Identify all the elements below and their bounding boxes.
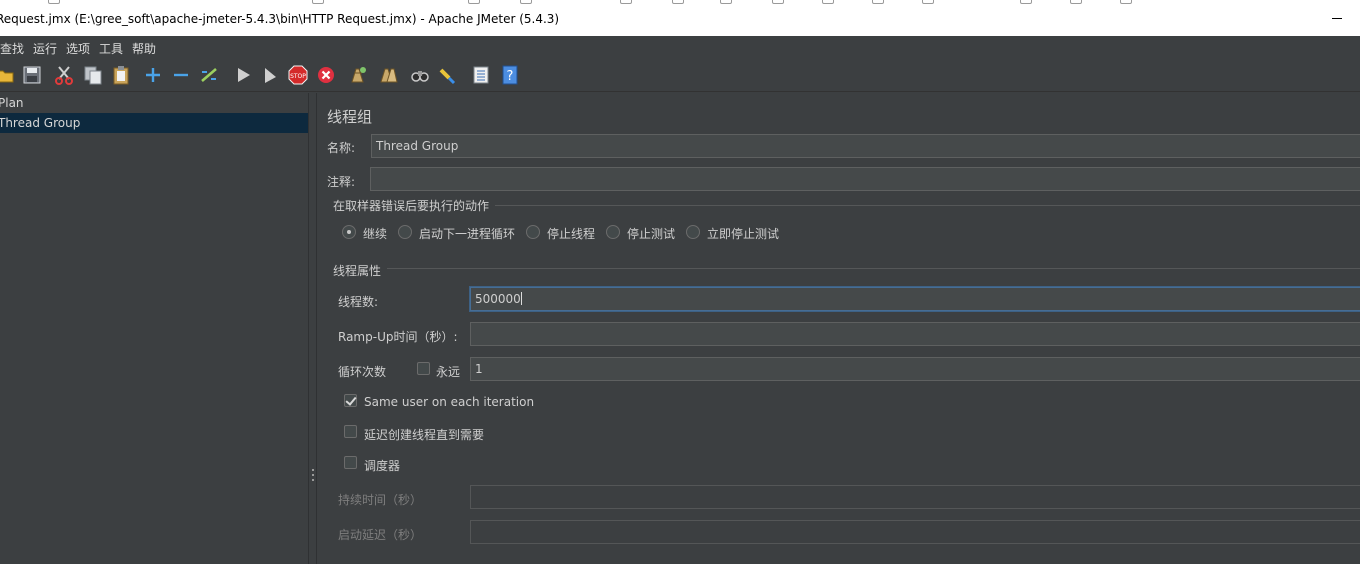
search-icon[interactable] — [409, 64, 431, 86]
rampup-field[interactable] — [470, 322, 1360, 346]
threads-field[interactable]: 500000 — [470, 287, 1360, 311]
delay-thread-creation-label: 延迟创建线程直到需要 — [364, 428, 485, 442]
taskbar-edge — [0, 0, 1360, 5]
window-title: Request.jmx (E:\gree_soft\apache-jmeter-… — [0, 12, 560, 26]
svg-text:?: ? — [507, 69, 514, 84]
error-action-title: 在取样器错误后要执行的动作 — [333, 199, 490, 213]
delay-thread-creation-checkbox[interactable] — [344, 425, 357, 438]
radio-continue-label: 继续 — [363, 227, 388, 241]
radio-stop-test-label: 停止测试 — [627, 227, 676, 241]
toolbar: STOP ? — [0, 58, 1360, 92]
stop-icon[interactable]: STOP — [287, 64, 309, 86]
menu-help[interactable]: 帮助 — [132, 40, 156, 57]
menu-search[interactable]: 查找 — [0, 40, 24, 57]
threads-value: 500000 — [475, 292, 521, 306]
radio-stop-test[interactable] — [606, 225, 620, 239]
help-icon[interactable]: ? — [499, 64, 521, 86]
menu-run[interactable]: 运行 — [33, 40, 57, 57]
rampup-label: Ramp-Up时间（秒）: — [338, 330, 458, 344]
scheduler-checkbox[interactable] — [344, 456, 357, 469]
divider — [495, 205, 1360, 206]
expand-icon[interactable] — [142, 64, 164, 86]
toggle-icon[interactable] — [198, 64, 220, 86]
clear-all-icon[interactable] — [377, 64, 399, 86]
collapse-icon[interactable] — [170, 64, 192, 86]
startup-delay-field — [470, 520, 1360, 544]
tree-item-test-plan[interactable]: Plan — [0, 93, 308, 113]
text-caret — [520, 292, 522, 305]
forever-label: 永远 — [436, 365, 461, 379]
copy-icon[interactable] — [82, 64, 104, 86]
shutdown-icon[interactable] — [315, 64, 337, 86]
name-label: 名称: — [327, 141, 356, 155]
name-field[interactable]: Thread Group — [371, 134, 1360, 158]
page-title: 线程组 — [327, 108, 373, 126]
duration-field — [470, 485, 1360, 509]
open-icon[interactable] — [0, 64, 16, 86]
reset-search-icon[interactable] — [437, 64, 459, 86]
save-icon[interactable] — [21, 64, 43, 86]
start-icon[interactable] — [232, 64, 254, 86]
radio-continue[interactable] — [342, 225, 356, 239]
radio-stop-test-now[interactable] — [686, 225, 700, 239]
tree-item-label: Thread Group — [0, 116, 81, 130]
threads-label: 线程数: — [338, 295, 379, 309]
radio-start-next-loop[interactable] — [398, 225, 412, 239]
same-user-checkbox[interactable] — [344, 394, 357, 407]
clear-icon[interactable] — [347, 64, 369, 86]
start-no-pauses-icon[interactable] — [259, 64, 281, 86]
duration-label: 持续时间（秒） — [338, 493, 423, 507]
comment-field[interactable] — [370, 167, 1360, 191]
title-bar: Request.jmx (E:\gree_soft\apache-jmeter-… — [0, 0, 1360, 36]
comment-label: 注释: — [327, 175, 356, 189]
svg-text:STOP: STOP — [290, 73, 306, 80]
forever-checkbox[interactable] — [417, 362, 430, 375]
same-user-label: Same user on each iteration — [364, 395, 535, 409]
tree-item-label: Plan — [0, 96, 24, 110]
radio-stop-test-now-label: 立即停止测试 — [707, 227, 780, 241]
scheduler-label: 调度器 — [364, 459, 401, 473]
function-helper-icon[interactable] — [470, 64, 492, 86]
paste-icon[interactable] — [110, 64, 132, 86]
cut-icon[interactable] — [53, 64, 75, 86]
menu-bar: 查找 运行 选项 工具 帮助 — [0, 36, 1360, 58]
startup-delay-label: 启动延迟（秒） — [338, 528, 423, 542]
test-plan-tree: Plan Thread Group — [0, 93, 308, 564]
radio-stop-thread[interactable] — [526, 225, 540, 239]
panel-splitter[interactable] — [308, 93, 317, 564]
thread-props-title: 线程属性 — [333, 264, 382, 278]
radio-stop-thread-label: 停止线程 — [547, 227, 596, 241]
radio-start-next-loop-label: 启动下一进程循环 — [419, 227, 516, 241]
minimize-icon[interactable] — [1330, 9, 1344, 23]
loop-label: 循环次数 — [338, 365, 387, 379]
tree-item-thread-group[interactable]: Thread Group — [0, 113, 308, 133]
menu-tools[interactable]: 工具 — [99, 40, 123, 57]
divider — [387, 268, 1360, 269]
loop-count-field[interactable]: 1 — [470, 357, 1360, 381]
menu-options[interactable]: 选项 — [66, 40, 90, 57]
thread-group-panel: 线程组 名称: Thread Group 注释: 在取样器错误后要执行的动作 继… — [317, 93, 1360, 564]
